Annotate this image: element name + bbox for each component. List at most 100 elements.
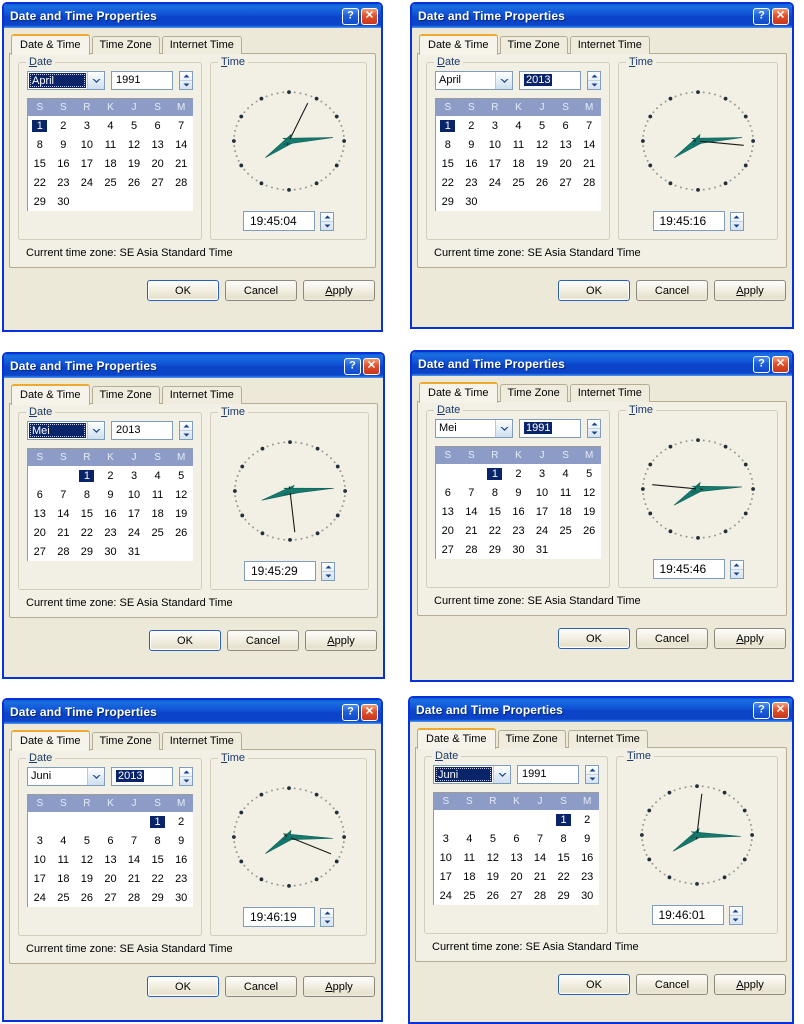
calendar-cell[interactable]: 3 [434,829,458,848]
calendar-cell[interactable]: 5 [122,116,146,135]
year-stepper[interactable] [179,767,193,786]
calendar-cell[interactable]: 8 [552,829,576,848]
calendar-cell[interactable]: 19 [75,869,99,888]
calendar-cell[interactable]: 29 [436,192,460,211]
year-input[interactable]: 1991 [517,765,579,784]
calendar[interactable]: SSRKJSM 1 2 3 4 5 6 7 8 9 10 11 12 13 14 15 16 17 18 19 20 2… [433,792,599,905]
calendar-cell[interactable]: 2 [507,464,531,483]
calendar-cell[interactable]: 31 [122,542,146,561]
calendar-cell[interactable]: 28 [122,888,146,907]
calendar-grid[interactable]: SSRKJSM 1 2 3 4 5 6 7 8 9 10 11 12 13 14 15 16 17 18 19 20 2… [28,795,193,907]
close-button[interactable]: ✕ [361,703,378,721]
calendar-cell[interactable]: 16 [575,848,599,867]
calendar-cell[interactable]: 12 [530,135,554,154]
calendar-cell[interactable]: 15 [436,154,460,173]
stepper-down-icon[interactable] [729,914,742,924]
calendar[interactable]: S S R K J S M 1 2 3 4 5 6 7 8 9 10 11 12 13 14 15 16 17 18 19 20 21… [27,98,193,211]
calendar-cell[interactable]: 18 [507,154,531,173]
time-input[interactable]: 19:45:46 [652,559,725,579]
calendar[interactable]: S S R K J S M 1 2 3 4 5 6 7 8 9 10 11 12 13 14 15 16 17 18 19 20 21… [435,98,601,211]
chevron-down-icon[interactable] [495,72,512,89]
calendar-cell[interactable]: 8 [146,831,170,850]
title-bar[interactable]: Date and Time Properties? ✕ [4,354,383,378]
calendar-cell[interactable]: 24 [483,173,507,192]
calendar-cell[interactable]: 21 [460,521,484,540]
calendar-cell[interactable]: 11 [146,485,170,504]
calendar-cell[interactable]: 14 [169,135,193,154]
calendar[interactable]: SSRKJSM 1 2 3 4 5 6 7 8 9 10 11 12 13 14 15 16 17 18 19 20 2… [27,794,193,907]
tab-date-time[interactable]: Date & Time [11,730,90,751]
calendar-cell[interactable]: 23 [169,869,193,888]
calendar-cell[interactable]: 4 [99,116,123,135]
calendar-cell[interactable]: 14 [528,848,552,867]
cancel-button[interactable]: Cancel [227,630,299,651]
calendar-cell[interactable]: 14 [122,850,146,869]
calendar-cell[interactable]: 15 [552,848,576,867]
calendar-cell[interactable]: 20 [146,154,170,173]
calendar-cell[interactable]: 3 [483,116,507,135]
year-input[interactable]: 2013 [111,767,173,786]
calendar-cell[interactable]: 15 [483,502,507,521]
month-dropdown[interactable]: Juni [433,765,511,784]
calendar-grid[interactable]: SSRKJSM 1 2 3 4 5 6 7 8 9 10 11 12 13 14 15 16 17 18 19 20 2… [28,449,193,561]
calendar-cell[interactable]: 24 [434,886,458,905]
calendar-cell[interactable]: 1 [28,116,52,135]
time-stepper[interactable] [728,905,743,925]
help-button[interactable]: ? [753,355,770,373]
month-dropdown[interactable]: Juni [27,767,105,786]
calendar-cell[interactable]: 3 [530,464,554,483]
calendar-cell[interactable]: 10 [434,848,458,867]
calendar-grid[interactable]: S S R K J S M 1 2 3 4 5 6 7 8 9 10 11 12 13 14 15 16 17 18 19 20 21… [28,99,193,211]
calendar-grid[interactable]: SSRKJSM 1 2 3 4 5 6 7 8 9 10 11 12 13 14 15 16 17 18 19 20 2… [436,447,601,559]
time-stepper[interactable] [729,559,744,579]
calendar-cell[interactable]: 25 [99,173,123,192]
calendar-cell[interactable]: 9 [52,135,76,154]
tab-time-zone[interactable]: Time Zone [499,384,568,402]
calendar-cell[interactable]: 1 [436,116,460,135]
calendar-cell[interactable]: 12 [169,485,193,504]
calendar-cell[interactable]: 28 [528,886,552,905]
calendar-cell[interactable]: 9 [575,829,599,848]
calendar-cell[interactable]: 16 [460,154,484,173]
apply-button[interactable]: Apply [714,974,786,995]
calendar-cell[interactable]: 27 [554,173,578,192]
calendar-cell[interactable]: 1 [146,812,170,831]
calendar-cell[interactable]: 17 [28,869,52,888]
calendar-cell[interactable]: 7 [528,829,552,848]
calendar-cell[interactable]: 17 [483,154,507,173]
calendar-cell[interactable]: 4 [507,116,531,135]
calendar-cell[interactable]: 8 [483,483,507,502]
tab-date-time[interactable]: Date & Time [417,728,496,749]
stepper-down-icon[interactable] [180,776,192,785]
calendar-cell[interactable]: 5 [169,466,193,485]
calendar-cell[interactable]: 19 [481,867,505,886]
cancel-button[interactable]: Cancel [225,976,297,997]
calendar-cell[interactable]: 21 [577,154,601,173]
help-button[interactable]: ? [753,7,770,25]
calendar-cell[interactable]: 9 [169,831,193,850]
calendar-cell[interactable]: 22 [436,173,460,192]
stepper-down-icon[interactable] [730,568,743,578]
tab-internet-time[interactable]: Internet Time [161,732,242,750]
stepper-up-icon[interactable] [180,72,192,80]
stepper-down-icon[interactable] [730,220,743,230]
calendar-cell[interactable]: 7 [577,116,601,135]
chevron-down-icon[interactable] [87,422,104,439]
calendar-cell[interactable]: 23 [507,521,531,540]
calendar-cell[interactable]: 18 [554,502,578,521]
calendar-cell[interactable]: 23 [99,523,123,542]
calendar-cell[interactable]: 15 [146,850,170,869]
calendar-cell[interactable]: 30 [460,192,484,211]
tab-time-zone[interactable]: Time Zone [91,36,160,54]
chevron-down-icon[interactable] [493,766,510,783]
close-button[interactable]: ✕ [772,355,789,373]
calendar-cell[interactable]: 13 [28,504,52,523]
stepper-up-icon[interactable] [322,563,334,571]
tab-date-time[interactable]: Date & Time [11,34,90,55]
calendar-cell[interactable]: 27 [436,540,460,559]
ok-button[interactable]: OK [558,280,630,301]
calendar-cell[interactable]: 7 [52,485,76,504]
calendar-cell[interactable]: 13 [99,850,123,869]
time-stepper[interactable] [320,907,334,927]
calendar-cell[interactable]: 7 [169,116,193,135]
